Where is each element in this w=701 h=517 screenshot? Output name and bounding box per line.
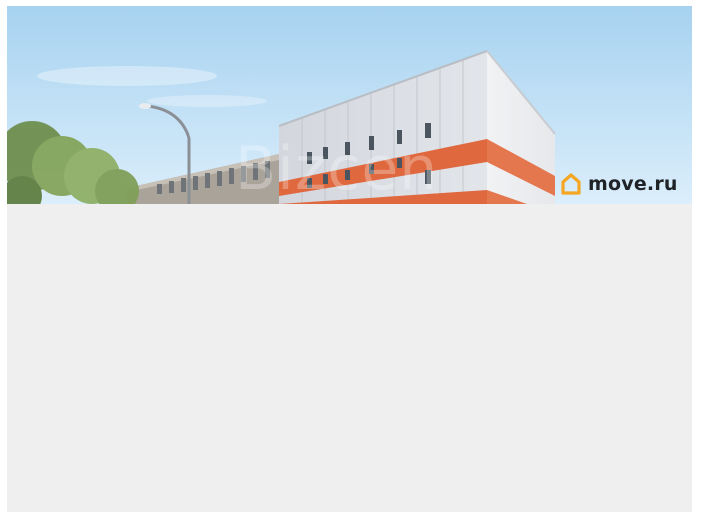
brand-name: move.ru <box>588 173 678 195</box>
brand-logo[interactable]: move.ru <box>560 169 678 199</box>
listing-photo[interactable]: Bizcen move.ru <box>7 6 692 204</box>
listing-gallery: Bizcen move.ru <box>7 6 692 512</box>
house-outline-icon <box>561 173 581 195</box>
image-placeholder-area <box>7 204 692 512</box>
